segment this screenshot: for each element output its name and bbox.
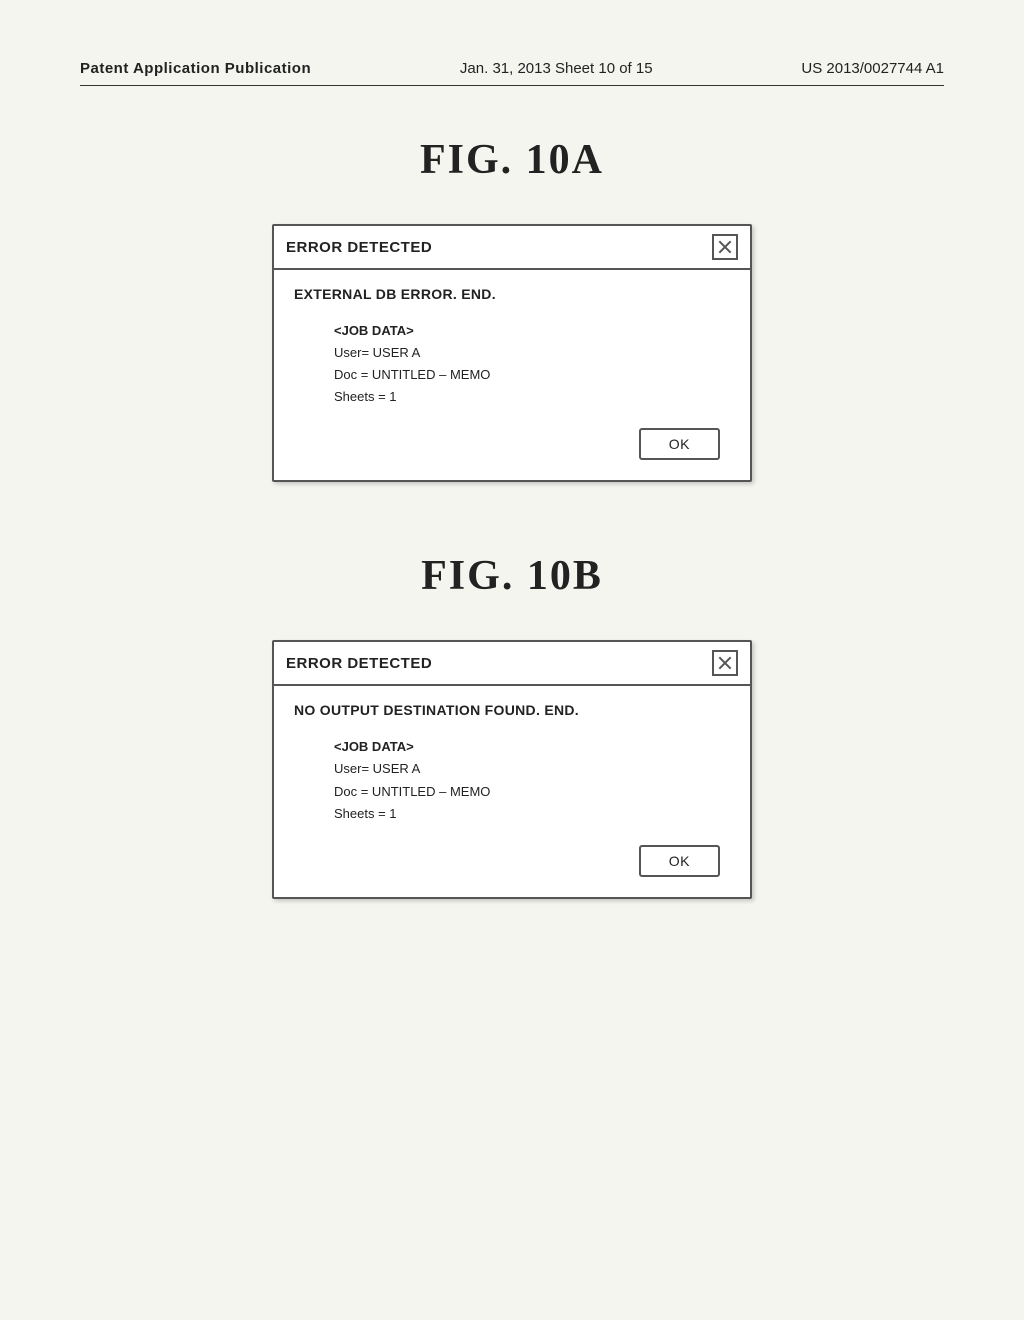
header-patent-number: US 2013/0027744 A1: [801, 60, 944, 77]
figure-10b-dialog-wrapper: ERROR DETECTED NO OUTPUT DESTINATION FOU…: [80, 640, 944, 898]
dialog-10a-footer: OK: [294, 428, 730, 460]
figure-10a-section: FIG. 10A ERROR DETECTED EXTERNAL DB ERRO…: [80, 136, 944, 482]
dialog-10a-job-data-label: <JOB DATA>: [334, 320, 730, 342]
page: Patent Application Publication Jan. 31, …: [0, 0, 1024, 1320]
page-header: Patent Application Publication Jan. 31, …: [80, 60, 944, 86]
header-date-sheet: Jan. 31, 2013 Sheet 10 of 15: [460, 60, 653, 77]
dialog-10b-error-message: NO OUTPUT DESTINATION FOUND. END.: [294, 702, 730, 718]
dialog-10a-error-message: EXTERNAL DB ERROR. END.: [294, 286, 730, 302]
dialog-10b-footer: OK: [294, 845, 730, 877]
dialog-10a-ok-button[interactable]: OK: [639, 428, 720, 460]
dialog-10b-job-data: <JOB DATA> User= USER A Doc = UNTITLED –…: [334, 736, 730, 824]
dialog-10b-body: NO OUTPUT DESTINATION FOUND. END. <JOB D…: [274, 686, 750, 896]
dialog-10b-close-button[interactable]: [712, 650, 738, 676]
header-publication-label: Patent Application Publication: [80, 60, 311, 77]
dialog-10b: ERROR DETECTED NO OUTPUT DESTINATION FOU…: [272, 640, 752, 898]
dialog-10b-job-data-label: <JOB DATA>: [334, 736, 730, 758]
dialog-10b-user-line: User= USER A: [334, 758, 730, 780]
dialog-10b-title-text: ERROR DETECTED: [286, 655, 432, 672]
dialog-10a-job-data: <JOB DATA> User= USER A Doc = UNTITLED –…: [334, 320, 730, 408]
dialog-10a-close-button[interactable]: [712, 234, 738, 260]
dialog-10a-user-line: User= USER A: [334, 342, 730, 364]
dialog-10b-ok-button[interactable]: OK: [639, 845, 720, 877]
figure-10a-dialog-wrapper: ERROR DETECTED EXTERNAL DB ERROR. END. <…: [80, 224, 944, 482]
dialog-10a: ERROR DETECTED EXTERNAL DB ERROR. END. <…: [272, 224, 752, 482]
figure-10b-section: FIG. 10B ERROR DETECTED NO OUTPUT DESTIN…: [80, 552, 944, 898]
dialog-10b-sheets-line: Sheets = 1: [334, 803, 730, 825]
dialog-10a-doc-line: Doc = UNTITLED – MEMO: [334, 364, 730, 386]
dialog-10b-doc-line: Doc = UNTITLED – MEMO: [334, 781, 730, 803]
dialog-10a-titlebar: ERROR DETECTED: [274, 226, 750, 270]
figure-10a-title: FIG. 10A: [80, 136, 944, 184]
dialog-10b-titlebar: ERROR DETECTED: [274, 642, 750, 686]
figure-10b-title: FIG. 10B: [80, 552, 944, 600]
dialog-10a-sheets-line: Sheets = 1: [334, 386, 730, 408]
dialog-10a-body: EXTERNAL DB ERROR. END. <JOB DATA> User=…: [274, 270, 750, 480]
dialog-10a-title-text: ERROR DETECTED: [286, 239, 432, 256]
